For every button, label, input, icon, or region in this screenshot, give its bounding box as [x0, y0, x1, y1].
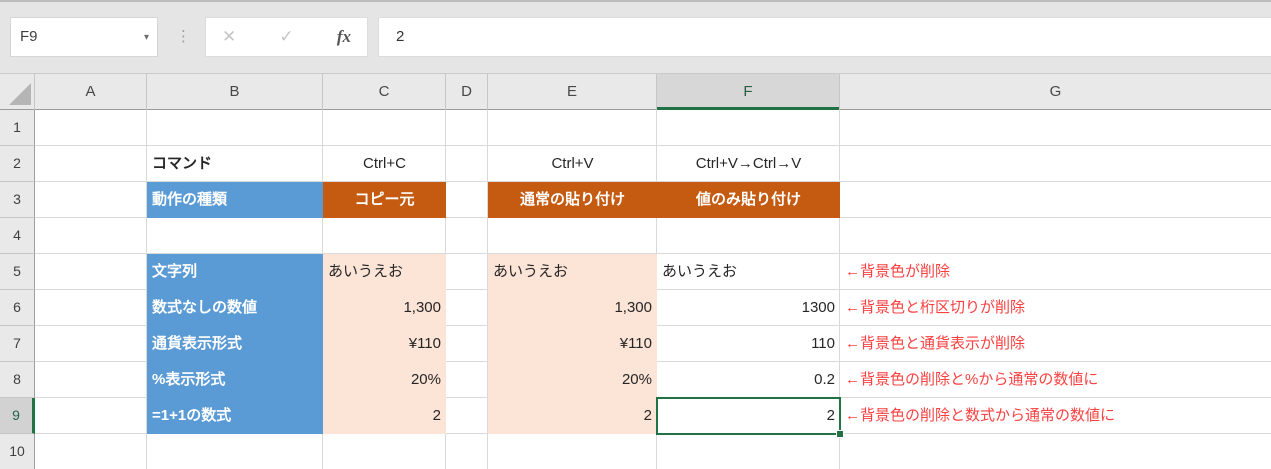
name-box-value: F9 — [20, 28, 38, 45]
column-header-f-selected[interactable]: F — [657, 74, 840, 110]
cell-F3[interactable]: 値のみ貼り付け — [657, 182, 840, 218]
row-header-7[interactable]: 7 — [0, 326, 35, 362]
cell-E5[interactable]: あいうえお — [488, 254, 657, 290]
cell-E8[interactable]: 20% — [488, 362, 657, 398]
column-header-c[interactable]: C — [323, 74, 446, 110]
cell-C7[interactable]: ¥110 — [323, 326, 446, 362]
column-header-b[interactable]: B — [147, 74, 323, 110]
cancel-icon[interactable]: ✕ — [222, 27, 236, 47]
cell-F6[interactable]: 1300 — [657, 290, 840, 326]
formula-button-group: ✕ ✓ fx — [205, 17, 368, 57]
formula-input[interactable]: 2 — [378, 17, 1271, 57]
row-header-5[interactable]: 5 — [0, 254, 35, 290]
cell-B8[interactable]: %表示形式 — [147, 362, 323, 398]
cell-C3[interactable]: コピー元 — [323, 182, 446, 218]
row-header-4[interactable]: 4 — [0, 218, 35, 254]
formula-bar: F9 ▾ ⋮ ✕ ✓ fx 2 — [0, 0, 1271, 74]
cell-E3[interactable]: 通常の貼り付け — [488, 182, 657, 218]
cell-B7[interactable]: 通貨表示形式 — [147, 326, 323, 362]
column-header-a[interactable]: A — [35, 74, 147, 110]
column-header-e[interactable]: E — [488, 74, 657, 110]
cell-B9[interactable]: =1+1の数式 — [147, 398, 323, 434]
fill-handle[interactable] — [836, 430, 844, 438]
row-header-10[interactable]: 10 — [0, 434, 35, 469]
row-header-1[interactable]: 1 — [0, 110, 35, 146]
name-box-dropdown-icon[interactable]: ▾ — [144, 19, 149, 57]
row-header-9-selected[interactable]: 9 — [0, 398, 35, 434]
cell-E9[interactable]: 2 — [488, 398, 657, 434]
cell-C8[interactable]: 20% — [323, 362, 446, 398]
cell-G5[interactable]: ←背景色が削除 — [840, 254, 1271, 290]
cell-C6[interactable]: 1,300 — [323, 290, 446, 326]
cell-F7[interactable]: 110 — [657, 326, 840, 362]
cell-E6[interactable]: 1,300 — [488, 290, 657, 326]
cell-C2[interactable]: Ctrl+C — [323, 146, 446, 182]
cell-B2[interactable]: コマンド — [147, 146, 323, 182]
cell-F2[interactable]: Ctrl+V→Ctrl→V — [657, 146, 840, 182]
name-box[interactable]: F9 ▾ — [10, 17, 158, 57]
cell-G9[interactable]: ←背景色の削除と数式から通常の数値に — [840, 398, 1271, 434]
cell-F5[interactable]: あいうえお — [657, 254, 840, 290]
cell-B3[interactable]: 動作の種類 — [147, 182, 323, 218]
worksheet-grid: 1 2 3 4 5 6 7 8 9 10 コマンド Ctrl+C Ctrl+V … — [0, 110, 1271, 469]
cell-F8[interactable]: 0.2 — [657, 362, 840, 398]
cell-F9-active[interactable]: 2 — [657, 398, 840, 434]
cell-C9[interactable]: 2 — [323, 398, 446, 434]
cell-B6[interactable]: 数式なしの数値 — [147, 290, 323, 326]
row-header-6[interactable]: 6 — [0, 290, 35, 326]
row-header-column: 1 2 3 4 5 6 7 8 9 10 — [0, 110, 35, 469]
row-header-2[interactable]: 2 — [0, 146, 35, 182]
enter-icon[interactable]: ✓ — [279, 27, 293, 47]
column-header-row: A B C D E F G — [0, 74, 1271, 110]
insert-function-icon[interactable]: fx — [337, 27, 351, 47]
row-header-3[interactable]: 3 — [0, 182, 35, 218]
cell-C5[interactable]: あいうえお — [323, 254, 446, 290]
cell-E7[interactable]: ¥110 — [488, 326, 657, 362]
cell-G6[interactable]: ←背景色と桁区切りが削除 — [840, 290, 1271, 326]
separator-dots-icon: ⋮ — [176, 28, 191, 45]
cell-G8[interactable]: ←背景色の削除と%から通常の数値に — [840, 362, 1271, 398]
column-header-d[interactable]: D — [446, 74, 488, 110]
cell-G7[interactable]: ←背景色と通貨表示が削除 — [840, 326, 1271, 362]
cell-E2[interactable]: Ctrl+V — [488, 146, 657, 182]
row-header-8[interactable]: 8 — [0, 362, 35, 398]
select-all-button[interactable] — [0, 74, 35, 110]
column-header-g[interactable]: G — [840, 74, 1271, 110]
select-all-triangle-icon — [9, 83, 31, 105]
cell-B5[interactable]: 文字列 — [147, 254, 323, 290]
